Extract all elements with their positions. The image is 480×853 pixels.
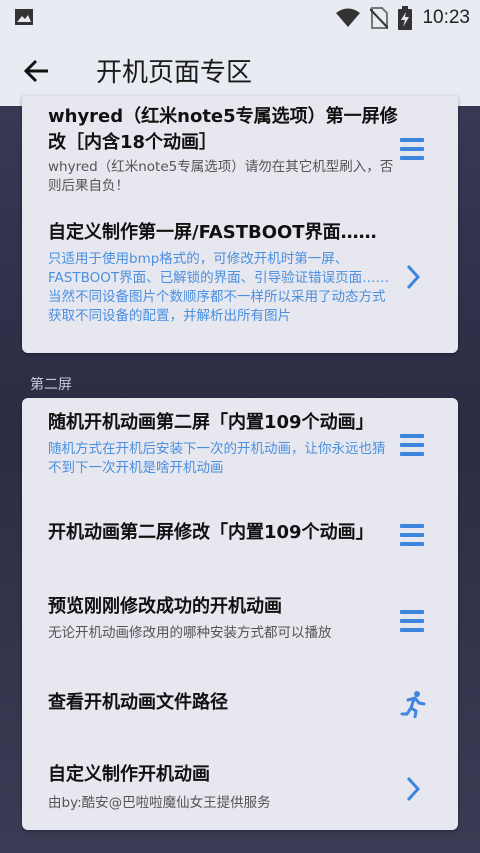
list-item-custom-animation[interactable]: 自定义制作开机动画 由by:酷安@巴啦啦魔仙女王提供服务 [22, 756, 458, 828]
item-title: whyred（红米note5专属选项）第一屏修改［内含18个动画］ [48, 106, 398, 153]
menu-icon[interactable] [400, 524, 424, 546]
item-desc: 随机方式在开机后安装下一次的开机动画，让你永远也猜不到下一次开机是啥开机动画 [48, 441, 386, 476]
running-person-icon[interactable] [400, 690, 426, 718]
battery-charging-icon [398, 6, 413, 30]
menu-icon[interactable] [400, 434, 424, 456]
image-icon [15, 9, 33, 25]
item-title: 预览刚刚修改成功的开机动画 [48, 596, 282, 617]
item-desc: 由by:酷安@巴啦啦魔仙女王提供服务 [48, 795, 271, 811]
card-first-screen: whyred（红米note5专属选项）第一屏修改［内含18个动画］ whyred… [22, 96, 458, 353]
page-title: 开机页面专区 [96, 58, 253, 88]
chevron-right-icon[interactable] [406, 264, 420, 290]
item-title: 自定义制作开机动画 [48, 764, 210, 785]
list-item-preview-animation[interactable]: 预览刚刚修改成功的开机动画 无论开机动画修改用的哪种安装方式都可以播放 [22, 582, 458, 654]
status-bar: 10:23 [0, 0, 480, 34]
no-sim-icon [370, 7, 389, 29]
list-item-whyred[interactable]: whyred（红米note5专属选项）第一屏修改［内含18个动画］ whyred… [22, 96, 458, 202]
list-item-random-animation[interactable]: 随机开机动画第二屏「内置109个动画」 随机方式在开机后安装下一次的开机动画，让… [22, 398, 458, 488]
list-item-custom-first-screen[interactable]: 自定义制作第一屏/FASTBOOT界面…… 只适用于使用bmp格式的，可修改开机… [22, 206, 458, 346]
chevron-right-icon[interactable] [406, 776, 420, 802]
item-title: 自定义制作第一屏/FASTBOOT界面…… [48, 222, 377, 243]
item-title: 开机动画第二屏修改「内置109个动画」 [48, 522, 374, 543]
item-desc: whyred（红米note5专属选项）请勿在其它机型刷入，否则后果自负！ [48, 159, 394, 194]
item-desc: 只适用于使用bmp格式的，可修改开机时第一屏、FASTBOOT界面、已解锁的界面… [48, 251, 390, 324]
wifi-icon [336, 8, 361, 27]
card-second-screen: 随机开机动画第二屏「内置109个动画」 随机方式在开机后安装下一次的开机动画，让… [22, 398, 458, 830]
item-desc: 无论开机动画修改用的哪种安装方式都可以播放 [48, 625, 332, 641]
arrow-left-icon[interactable] [22, 56, 52, 86]
list-item-modify-animation[interactable]: 开机动画第二屏修改「内置109个动画」 [22, 508, 458, 560]
item-title: 随机开机动画第二屏「内置109个动画」 [48, 412, 374, 433]
menu-icon[interactable] [400, 610, 424, 632]
list-item-animation-path[interactable]: 查看开机动画文件路径 [22, 682, 458, 734]
item-title: 查看开机动画文件路径 [48, 692, 228, 713]
section-label-second-screen: 第二屏 [30, 377, 72, 393]
menu-icon[interactable] [400, 138, 424, 160]
status-time: 10:23 [422, 7, 470, 28]
